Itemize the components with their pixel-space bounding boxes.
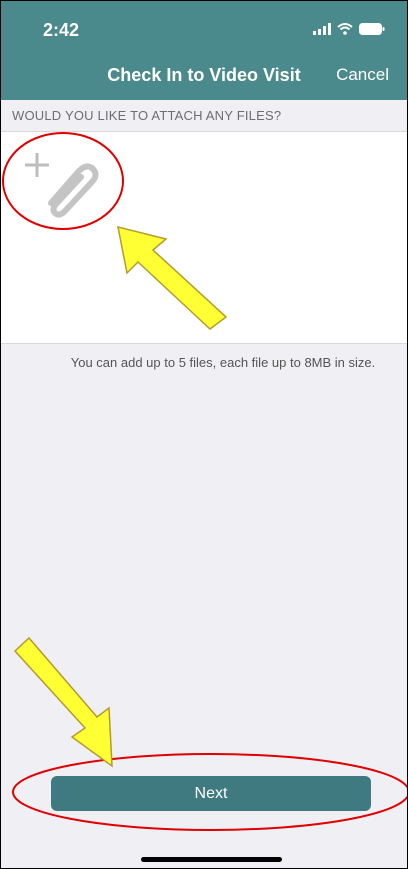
annotation-arrow-next bbox=[13, 636, 113, 768]
file-limit-hint: You can add up to 5 files, each file up … bbox=[70, 355, 376, 370]
wifi-icon bbox=[337, 23, 353, 35]
add-attachment-button[interactable] bbox=[23, 141, 107, 219]
cancel-button[interactable]: Cancel bbox=[336, 65, 389, 85]
home-indicator bbox=[141, 857, 282, 862]
app-screen: 2:42 Check In to Video Visit Cancel WOUL… bbox=[0, 0, 408, 869]
battery-icon bbox=[359, 23, 385, 35]
header: 2:42 Check In to Video Visit Cancel bbox=[1, 1, 407, 100]
section-label: WOULD YOU LIKE TO ATTACH ANY FILES? bbox=[12, 108, 282, 123]
signal-icon bbox=[313, 23, 331, 35]
next-button[interactable]: Next bbox=[51, 776, 371, 811]
status-icons bbox=[313, 23, 385, 35]
add-attachment-icon bbox=[25, 153, 99, 218]
status-time: 2:42 bbox=[43, 20, 80, 40]
